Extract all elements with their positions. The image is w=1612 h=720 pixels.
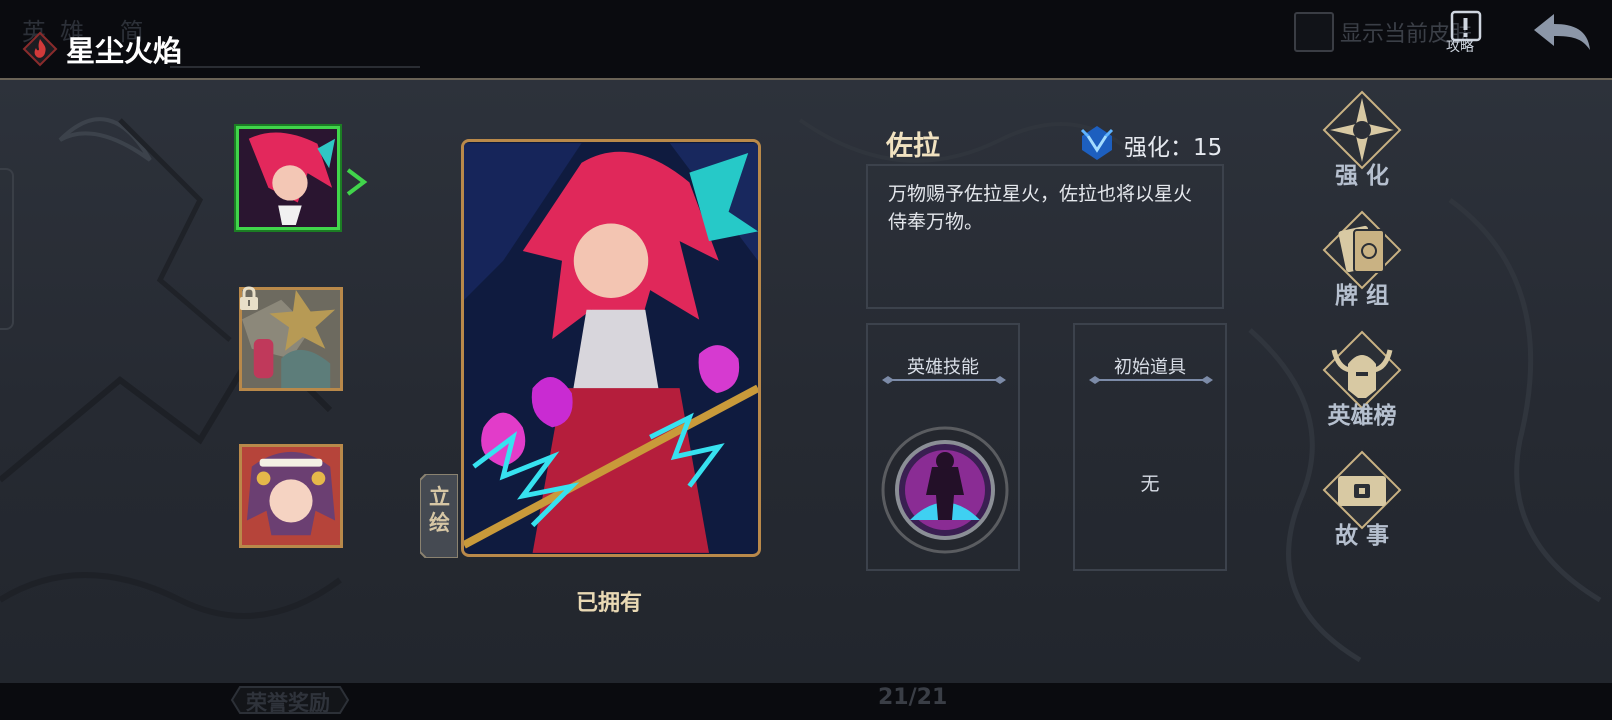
hero-ranking-button[interactable]: 英雄榜 [1320, 328, 1404, 446]
hero-skill-box[interactable]: 英雄技能 [866, 323, 1020, 571]
title-underline [882, 376, 1006, 384]
story-button[interactable]: 故 事 [1320, 448, 1404, 566]
back-arrow-icon[interactable] [1530, 12, 1594, 52]
title-underline [1089, 376, 1213, 384]
enhance-button[interactable]: 强 化 [1320, 88, 1404, 206]
guide-label: 攻略 [1446, 39, 1474, 55]
hero-card-art[interactable] [461, 139, 761, 557]
hero-ranking-label: 英雄榜 [1327, 403, 1397, 429]
hero-portrait-zola [239, 129, 337, 227]
show-skin-checkbox[interactable] [1294, 12, 1334, 52]
story-label: 故 事 [1334, 523, 1389, 549]
hero-illustration [464, 143, 758, 553]
enhance-label: 强 化 [1334, 163, 1389, 189]
starting-item-value: 无 [1140, 473, 1160, 495]
left-edge-tab[interactable] [0, 168, 14, 330]
hero-name: 佐拉 [886, 131, 940, 162]
selected-arrow-icon [346, 168, 368, 196]
enhance-level: 强化：15 [1124, 135, 1223, 161]
page-indicator: 21/21 [878, 685, 948, 710]
hero-slot-locked[interactable] [239, 286, 343, 391]
page-title: 星尘火焰 [66, 34, 183, 68]
deck-button[interactable]: 牌 组 [1320, 208, 1404, 326]
deck-label: 牌 组 [1334, 283, 1389, 309]
lock-icon [240, 286, 258, 310]
hero-slot-zola[interactable] [236, 126, 340, 230]
owned-status: 已拥有 [576, 591, 643, 616]
hero-description: 万物赐予佐拉星火，佐拉也将以星火侍奉万物。 [866, 164, 1224, 309]
art-tab-label: 立绘 [429, 485, 450, 535]
flame-emblem-icon [22, 31, 58, 67]
starting-item-box[interactable]: 初始道具 无 [1073, 323, 1227, 571]
page-header: 星尘火焰 [22, 28, 182, 70]
enhance-level-icon [1080, 126, 1114, 160]
hero-slot-purple[interactable] [239, 444, 343, 548]
honor-reward-label: 荣誉奖励 [246, 691, 330, 715]
hero-portrait-purple [242, 447, 340, 545]
hero-skill-icon[interactable] [880, 425, 1010, 555]
background-divider [170, 66, 420, 74]
